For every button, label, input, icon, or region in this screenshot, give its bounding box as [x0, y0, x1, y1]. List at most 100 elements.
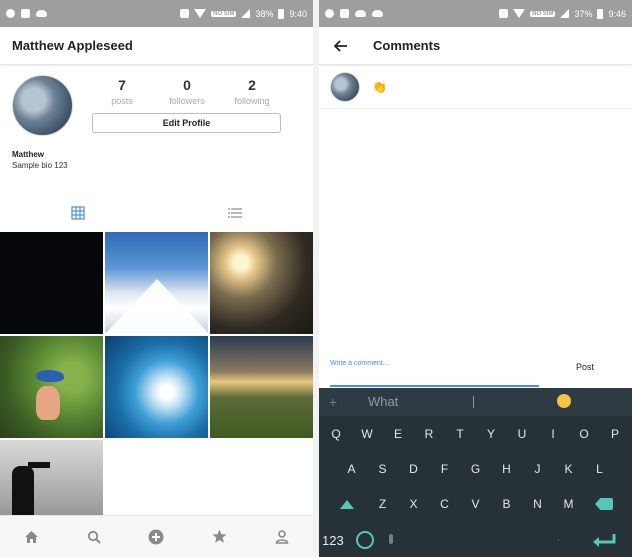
back-button[interactable]: [331, 36, 351, 56]
bottom-navigation: [0, 515, 313, 557]
key[interactable]: N: [522, 488, 553, 520]
photo-thumbnail[interactable]: [0, 336, 103, 438]
key[interactable]: K: [553, 453, 584, 485]
comment-composer: Post: [319, 343, 632, 387]
space-key[interactable]: [405, 535, 551, 549]
key[interactable]: C: [429, 488, 460, 520]
camera-icon: [340, 9, 349, 18]
sim-icon: [499, 9, 509, 18]
stat-label: followers: [169, 96, 205, 106]
key[interactable]: B: [491, 488, 522, 520]
profile-name: Matthew: [12, 150, 44, 159]
photo-grid: [0, 232, 313, 542]
key[interactable]: H: [491, 453, 522, 485]
key[interactable]: M: [553, 488, 584, 520]
key[interactable]: V: [460, 488, 491, 520]
clock: 9:46: [608, 8, 626, 19]
mountain-shape: [105, 279, 208, 334]
person-icon: [275, 529, 288, 544]
key[interactable]: E: [383, 418, 414, 450]
home-icon: [24, 530, 38, 543]
photo-thumbnail[interactable]: [210, 232, 313, 334]
key[interactable]: S: [367, 453, 398, 485]
photo-thumbnail[interactable]: [210, 336, 313, 438]
post-button[interactable]: Post: [565, 358, 605, 376]
stat-value: 0: [183, 77, 191, 93]
key[interactable]: R: [414, 418, 445, 450]
suggestion-word[interactable]: What: [368, 394, 398, 409]
cloud-icon: [36, 10, 47, 17]
network-tag: NO SIM: [530, 10, 556, 17]
battery-percent: 38%: [255, 8, 274, 19]
battery-icon: [597, 8, 604, 19]
stat-value: 7: [118, 77, 126, 93]
shift-icon: [340, 499, 354, 509]
page-title: Matthew Appleseed: [12, 38, 133, 53]
soft-keyboard: + What Q W E R T Y U I O P A S D F G H J…: [319, 388, 632, 557]
nav-add[interactable]: [141, 522, 171, 552]
comment-input[interactable]: [330, 352, 540, 374]
backspace-key[interactable]: [584, 488, 624, 520]
key[interactable]: J: [522, 453, 553, 485]
bird-shape: [36, 370, 64, 382]
plus-icon[interactable]: +: [319, 394, 347, 410]
profile-stats: 7 posts 0 followers 2 following: [92, 77, 282, 106]
nav-search[interactable]: [79, 522, 109, 552]
numbers-key[interactable]: 123: [322, 533, 344, 548]
photo-thumbnail[interactable]: [105, 336, 208, 438]
view-tabs: [0, 203, 313, 223]
photo-thumbnail[interactable]: [0, 232, 103, 334]
shift-key[interactable]: [327, 488, 367, 520]
key[interactable]: P: [600, 418, 631, 450]
notification-icon: [325, 9, 334, 18]
key[interactable]: D: [398, 453, 429, 485]
emoji-suggestion-icon[interactable]: [557, 394, 571, 408]
edit-profile-button[interactable]: Edit Profile: [92, 113, 281, 133]
cloud-icon: [355, 10, 366, 17]
photo-thumbnail[interactable]: [105, 232, 208, 334]
list-icon: [227, 208, 242, 218]
key[interactable]: O: [569, 418, 600, 450]
enter-key-icon[interactable]: [590, 532, 618, 550]
stat-value: 2: [248, 77, 256, 93]
comma-key[interactable]: ,: [557, 532, 560, 542]
wifi-icon: [194, 9, 207, 18]
input-underline: [330, 385, 539, 387]
emoji-key-icon[interactable]: [356, 531, 374, 549]
screenshot-stage: NO SIM 38% 9:40 Matthew Appleseed 7 post…: [0, 0, 632, 557]
key[interactable]: Z: [367, 488, 398, 520]
key[interactable]: T: [445, 418, 476, 450]
key[interactable]: A: [336, 453, 367, 485]
key[interactable]: U: [507, 418, 538, 450]
grid-icon: [71, 206, 85, 220]
stat-posts[interactable]: 7 posts: [92, 77, 152, 106]
avatar[interactable]: [330, 71, 360, 102]
tab-grid[interactable]: [0, 203, 157, 223]
key[interactable]: F: [429, 453, 460, 485]
sim-icon: [180, 9, 190, 18]
stat-followers[interactable]: 0 followers: [157, 77, 217, 106]
tab-list[interactable]: [157, 203, 314, 223]
key[interactable]: W: [352, 418, 383, 450]
mic-icon[interactable]: [389, 534, 393, 544]
top-app-bar: Comments: [319, 27, 632, 65]
stat-following[interactable]: 2 following: [222, 77, 282, 106]
avatar[interactable]: [12, 75, 73, 136]
stat-label: posts: [111, 96, 133, 106]
nav-home[interactable]: [16, 522, 46, 552]
key[interactable]: Y: [476, 418, 507, 450]
battery-icon: [278, 8, 285, 19]
key[interactable]: L: [584, 453, 615, 485]
keyboard-row-3: Z X C V B N M: [319, 488, 632, 520]
nav-favorites[interactable]: [204, 522, 234, 552]
text-cursor: [473, 396, 474, 408]
key[interactable]: Q: [321, 418, 352, 450]
cloud-icon: [372, 10, 383, 17]
search-icon: [87, 530, 101, 544]
nav-profile[interactable]: [267, 522, 297, 552]
keyboard-row-1: Q W E R T Y U I O P: [319, 418, 632, 450]
key[interactable]: G: [460, 453, 491, 485]
comments-screen: NO SIM 37% 9:46 Comments 👏 Post +: [319, 0, 632, 557]
key[interactable]: X: [398, 488, 429, 520]
key[interactable]: I: [538, 418, 569, 450]
